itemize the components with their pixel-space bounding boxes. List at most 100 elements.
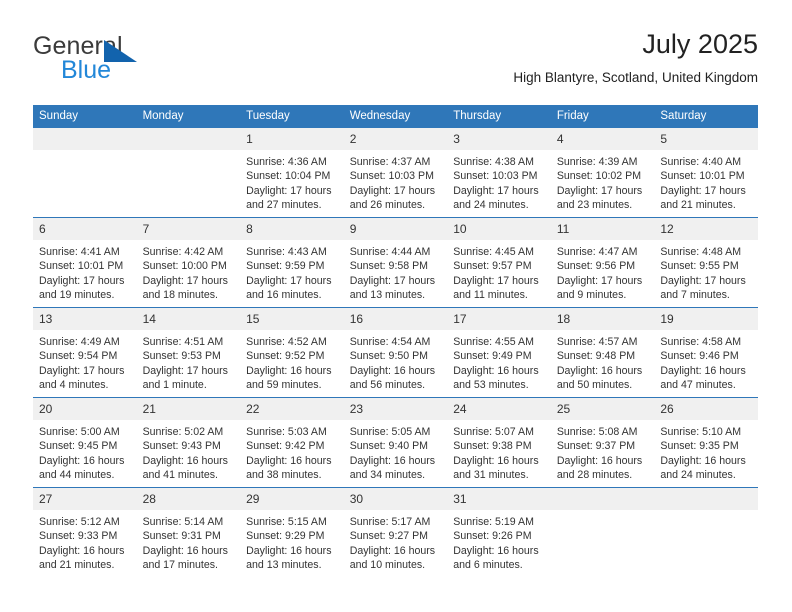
daylight-duration-line1: Daylight: 16 hours [556, 454, 643, 467]
calendar-day-cell[interactable]: 10 Sunrise: 4:45 AM Sunset: 9:57 PM Dayligh… [447, 217, 551, 308]
day-number: 6 [33, 218, 137, 240]
sunrise-time: Sunrise: 4:51 AM [142, 336, 224, 348]
sunrise-time: Sunrise: 5:02 AM [142, 426, 224, 438]
day-number: 7 [136, 218, 241, 240]
calendar-body: 1 Sunrise: 4:36 AM Sunset: 10:04 PM Dayligh… [33, 128, 758, 577]
daylight-duration-line1: Daylight: 17 hours [142, 274, 228, 287]
weekday-header-monday: Monday [136, 105, 241, 128]
calendar-day-cell[interactable]: 12 Sunrise: 4:48 AM Sunset: 9:55 PM Dayligh… [654, 217, 758, 308]
sunset-time: Sunset: 10:04 PM [246, 170, 331, 183]
daylight-duration-line2: and 11 minutes. [453, 289, 528, 302]
calendar-day-cell[interactable]: 16 Sunrise: 4:54 AM Sunset: 9:50 PM Dayligh… [343, 307, 448, 398]
calendar-day-cell[interactable]: 17 Sunrise: 4:55 AM Sunset: 9:49 PM Dayligh… [447, 307, 551, 398]
calendar-day-cell[interactable]: 3 Sunrise: 4:38 AM Sunset: 10:03 PM Dayligh… [447, 128, 551, 218]
calendar-day-cell[interactable]: 6 Sunrise: 4:41 AM Sunset: 10:01 PM Dayligh… [33, 217, 137, 308]
calendar-day-cell[interactable]: 13 Sunrise: 4:49 AM Sunset: 9:54 PM Dayligh… [33, 307, 137, 398]
calendar-day-cell[interactable]: 30 Sunrise: 5:17 AM Sunset: 9:27 PM Dayligh… [343, 487, 448, 577]
calendar-day-cell[interactable]: 2 Sunrise: 4:37 AM Sunset: 10:03 PM Dayligh… [343, 128, 448, 218]
calendar-day-cell[interactable]: 5 Sunrise: 4:40 AM Sunset: 10:01 PM Dayligh… [654, 128, 758, 218]
daylight-duration-line2: and 24 minutes. [660, 469, 736, 482]
calendar-day-cell[interactable]: 4 Sunrise: 4:39 AM Sunset: 10:02 PM Dayligh… [550, 128, 655, 218]
day-number: 4 [550, 128, 655, 150]
day-number: 2 [343, 128, 448, 150]
daylight-duration-line2: and 13 minutes. [349, 289, 426, 302]
day-number: 24 [447, 398, 551, 420]
daylight-duration-line2: and 1 minute. [142, 379, 207, 392]
calendar-day-cell[interactable]: 9 Sunrise: 4:44 AM Sunset: 9:58 PM Daylight… [343, 217, 448, 308]
calendar-day-cell[interactable]: 21 Sunrise: 5:02 AM Sunset: 9:43 PM Dayligh… [136, 397, 241, 488]
calendar-day-cell[interactable]: 18 Sunrise: 4:57 AM Sunset: 9:48 PM Dayligh… [550, 307, 655, 398]
sunset-time: Sunset: 9:37 PM [556, 440, 636, 453]
calendar-day-cell[interactable]: 27 Sunrise: 5:12 AM Sunset: 9:33 PM Dayligh… [33, 487, 137, 577]
day-number: 17 [447, 308, 551, 330]
daylight-duration-line2: and 34 minutes. [349, 469, 426, 482]
daylight-duration-line2: and 16 minutes. [246, 289, 322, 302]
sunset-time: Sunset: 10:03 PM [453, 170, 538, 183]
calendar-day-cell[interactable]: 11 Sunrise: 4:47 AM Sunset: 9:56 PM Dayligh… [550, 217, 655, 308]
calendar-day-cell[interactable]: 20 Sunrise: 5:00 AM Sunset: 9:45 PM Dayligh… [33, 397, 137, 488]
calendar-day-cell[interactable]: 31 Sunrise: 5:19 AM Sunset: 9:26 PM Dayligh… [447, 487, 551, 577]
sunset-time: Sunset: 10:03 PM [349, 170, 434, 183]
calendar-day-cell[interactable]: 7 Sunrise: 4:42 AM Sunset: 10:00 PM Dayligh… [136, 217, 241, 308]
day-details: Sunrise: 5:14 AM Sunset: 9:31 PM Daylight:… [137, 510, 241, 573]
day-number: 25 [550, 398, 655, 420]
day-number [136, 128, 241, 150]
calendar-day-cell[interactable]: 22 Sunrise: 5:03 AM Sunset: 9:42 PM Dayligh… [240, 397, 344, 488]
daylight-duration-line2: and 41 minutes. [142, 469, 218, 482]
sunset-time: Sunset: 9:48 PM [556, 350, 636, 363]
daylight-duration-line2: and 17 minutes. [142, 559, 218, 572]
calendar-day-cell-empty [654, 487, 758, 577]
calendar-day-cell[interactable]: 29 Sunrise: 5:15 AM Sunset: 9:29 PM Dayligh… [240, 487, 344, 577]
day-number: 13 [33, 308, 137, 330]
day-number [654, 488, 758, 510]
logo-text-blue: Blue [61, 56, 112, 84]
sunrise-time: Sunrise: 4:54 AM [349, 336, 431, 348]
sunrise-time: Sunrise: 4:41 AM [39, 246, 120, 258]
calendar-day-cell-empty [33, 128, 137, 218]
calendar-day-cell[interactable]: 26 Sunrise: 5:10 AM Sunset: 9:35 PM Dayligh… [654, 397, 758, 488]
day-details: Sunrise: 4:42 AM Sunset: 10:00 PM Daylight… [137, 240, 241, 303]
day-details: Sunrise: 4:57 AM Sunset: 9:48 PM Daylight:… [551, 330, 655, 393]
sunset-time: Sunset: 9:53 PM [142, 350, 221, 363]
daylight-duration-line2: and 9 minutes. [556, 289, 627, 302]
sunset-time: Sunset: 9:59 PM [246, 260, 325, 273]
sunset-time: Sunset: 9:29 PM [246, 530, 325, 543]
calendar-day-cell[interactable]: 23 Sunrise: 5:05 AM Sunset: 9:40 PM Dayligh… [343, 397, 448, 488]
calendar-day-cell[interactable]: 19 Sunrise: 4:58 AM Sunset: 9:46 PM Dayligh… [654, 307, 758, 398]
daylight-duration-line2: and 6 minutes. [453, 559, 523, 572]
day-details: Sunrise: 4:45 AM Sunset: 9:57 PM Daylight:… [447, 240, 551, 303]
daylight-duration-line2: and 53 minutes. [453, 379, 529, 392]
daylight-duration-line1: Daylight: 17 hours [39, 274, 125, 287]
calendar-day-cell[interactable]: 24 Sunrise: 5:07 AM Sunset: 9:38 PM Dayligh… [447, 397, 551, 488]
calendar-day-cell[interactable]: 25 Sunrise: 5:08 AM Sunset: 9:37 PM Dayligh… [550, 397, 655, 488]
weekday-header-sunday: Sunday [33, 105, 137, 128]
daylight-duration-line1: Daylight: 16 hours [246, 364, 332, 377]
day-details: Sunrise: 5:12 AM Sunset: 9:33 PM Daylight:… [33, 510, 137, 573]
weekday-header-wednesday: Wednesday [343, 105, 448, 128]
sunrise-time: Sunrise: 4:44 AM [349, 246, 431, 258]
daylight-duration-line2: and 27 minutes. [246, 199, 322, 212]
page-title: July 2025 [642, 29, 758, 59]
calendar-page: General Blue July 2025 High Blantyre, Sc… [0, 0, 792, 612]
sunset-time: Sunset: 9:45 PM [39, 440, 118, 453]
weekday-header-tuesday: Tuesday [240, 105, 344, 128]
sunrise-time: Sunrise: 4:55 AM [453, 336, 534, 348]
day-details: Sunrise: 4:48 AM Sunset: 9:55 PM Daylight:… [654, 240, 758, 303]
calendar-day-cell[interactable]: 14 Sunrise: 4:51 AM Sunset: 9:53 PM Dayligh… [136, 307, 241, 398]
daylight-duration-line1: Daylight: 17 hours [349, 274, 436, 287]
calendar-day-cell[interactable]: 8 Sunrise: 4:43 AM Sunset: 9:59 PM Daylight… [240, 217, 344, 308]
sunrise-time: Sunrise: 4:42 AM [142, 246, 224, 258]
sunset-time: Sunset: 9:43 PM [142, 440, 221, 453]
daylight-duration-line2: and 28 minutes. [556, 469, 633, 482]
calendar-day-cell[interactable]: 15 Sunrise: 4:52 AM Sunset: 9:52 PM Dayligh… [240, 307, 344, 398]
sunset-time: Sunset: 9:31 PM [142, 530, 221, 543]
sunset-time: Sunset: 9:27 PM [349, 530, 429, 543]
daylight-duration-line1: Daylight: 16 hours [453, 544, 539, 557]
sunset-time: Sunset: 9:50 PM [349, 350, 429, 363]
sunrise-time: Sunrise: 4:38 AM [453, 156, 534, 168]
day-number: 8 [240, 218, 344, 240]
calendar-day-cell[interactable]: 1 Sunrise: 4:36 AM Sunset: 10:04 PM Dayligh… [240, 128, 344, 218]
weekday-header-saturday: Saturday [654, 105, 758, 128]
calendar-day-cell[interactable]: 28 Sunrise: 5:14 AM Sunset: 9:31 PM Dayligh… [136, 487, 241, 577]
calendar-week-row: 27 Sunrise: 5:12 AM Sunset: 9:33 PM Dayligh… [33, 487, 758, 577]
